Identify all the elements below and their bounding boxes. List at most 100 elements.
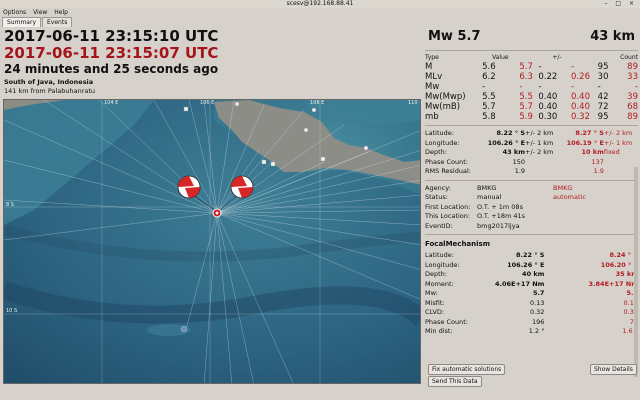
mag-error: -: [538, 82, 542, 92]
show-details-button[interactable]: Show Details: [590, 364, 637, 375]
mag-type: Mw(Mwp): [425, 92, 466, 102]
value: +/- 2 km: [525, 129, 554, 137]
table-row: Latitude: 8.22 ° S +/- 2 km 8.27 ° S +/-…: [425, 129, 638, 139]
value: 196: [532, 317, 545, 326]
label: Phase Count:: [425, 317, 468, 326]
value-alt: 3.84E+17 Nm: [588, 279, 638, 288]
grid-label-8s: 8 S: [6, 202, 14, 208]
mag-error-alt: 0.40: [571, 102, 590, 112]
col-count: Count: [620, 54, 638, 61]
mag-value: 5.7: [482, 102, 496, 112]
mag-count-alt: 68: [627, 102, 638, 112]
distance-text: 141 km from Palabuhanratu: [4, 87, 96, 95]
mag-type: Mw(mB): [425, 102, 461, 112]
divider: [425, 179, 638, 181]
value: 106.26 ° E: [507, 260, 545, 269]
value: 40 km: [522, 270, 545, 278]
col-type: Type: [425, 54, 439, 61]
label: Agency:: [425, 183, 451, 192]
table-row: Status: manual automatic: [425, 193, 638, 203]
value: 106.26 ° E: [487, 138, 526, 147]
value-alt: +/- 1 km: [603, 138, 633, 147]
table-row: mb 5.8 5.9 0.30 0.32 95 89: [425, 112, 638, 122]
mag-count: 95: [597, 62, 609, 72]
mag-value-alt: 5.7: [519, 62, 533, 72]
value: +/- 1 km: [525, 138, 554, 147]
table-row: Latitude: 8.22 ° S 8.24 ° S: [425, 251, 638, 261]
value: 8.22 ° S: [496, 129, 526, 137]
tab-events[interactable]: Events: [42, 17, 73, 27]
send-this-data-button[interactable]: Send This Data: [428, 376, 482, 387]
region-name: South of Java, Indonesia: [4, 78, 94, 86]
table-row: Mw(mB) 5.7 5.7 0.40 0.40 72 68: [425, 102, 638, 112]
table-row: Mw - - - - - -: [425, 82, 638, 92]
mag-error: -: [538, 62, 542, 72]
mag-type: mb: [425, 112, 439, 122]
mag-count: 95: [597, 112, 609, 122]
label: Min dist:: [425, 327, 453, 335]
table-row: First Location: O.T. + 1m 08s: [425, 203, 638, 213]
value: +/- 2 km: [525, 148, 554, 156]
table-row: Mw: 5.7 5.7: [425, 289, 638, 299]
window-controls[interactable]: – □ ×: [604, 0, 637, 8]
value: 43 km: [502, 148, 526, 156]
mag-type: MLv: [425, 72, 443, 82]
table-row: Depth: 43 km +/- 2 km 10 km fixed: [425, 148, 638, 158]
value-alt: 10 km: [581, 148, 604, 156]
value-alt: 8.27 ° S: [575, 129, 604, 137]
mag-error: 0.40: [538, 92, 558, 102]
label: Latitude:: [425, 251, 454, 259]
value: 0.13: [529, 298, 545, 307]
panel-scrollbar[interactable]: [634, 167, 638, 377]
label: Phase Count:: [425, 157, 468, 166]
mag-value-alt: 5.7: [519, 102, 533, 112]
label: Longitude:: [425, 260, 460, 269]
mag-value-alt: 5.5: [519, 92, 533, 102]
mag-error-alt: -: [571, 82, 575, 92]
table-row: EventID: bmg2017ljya: [425, 222, 638, 232]
mag-error-alt: 0.40: [571, 92, 590, 102]
depth-value: 43 km: [590, 29, 635, 44]
mag-error: 0.30: [538, 112, 558, 122]
mag-value: 6.2: [482, 72, 496, 82]
value-alt: 1.6 °: [622, 327, 638, 335]
table-row: RMS Residual: 1.9 1.9: [425, 167, 638, 177]
col-value: Value: [492, 54, 509, 61]
table-row: This Location: O.T. +18m 41s: [425, 212, 638, 222]
table-row: Phase Count: 150 137: [425, 158, 638, 168]
grid-label-10s: 10 S: [6, 308, 17, 314]
fix-automatic-solutions-button[interactable]: Fix automatic solutions: [428, 364, 506, 375]
value: 1.9: [514, 167, 526, 175]
mag-type: Mw: [425, 82, 440, 92]
origin-time: 2017-06-11 23:15:10 UTC: [4, 27, 219, 45]
event-map[interactable]: 104 E 106 E 108 E 110 8 S 10 S: [3, 99, 421, 384]
event-header: 2017-06-11 23:15:10 UTC 2017-06-11 23:15…: [4, 28, 419, 95]
map-canvas[interactable]: 104 E 106 E 108 E 110 8 S 10 S: [4, 100, 421, 384]
focal-mechanism-title: FocalMechanism: [425, 240, 490, 248]
menu-help[interactable]: Help: [54, 9, 68, 16]
table-row: Mw(Mwp) 5.5 5.5 0.40 0.40 42 39: [425, 92, 638, 102]
value: manual: [477, 193, 502, 201]
mag-count: 30: [597, 72, 609, 82]
tab-summary[interactable]: Summary: [2, 17, 41, 27]
value-alt: 1.9: [593, 167, 604, 175]
label: EventID:: [425, 221, 453, 230]
grid-label-108e: 108 E: [310, 100, 324, 106]
label: Depth:: [425, 148, 447, 156]
mag-value: 5.5: [482, 92, 496, 102]
table-row: CLVD: 0.32 0.33: [425, 308, 638, 318]
menu-view[interactable]: View: [33, 9, 47, 16]
divider: [425, 234, 638, 235]
value-alt: 0.33: [623, 308, 638, 316]
elapsed-time: 24 minutes and 25 seconds ago: [4, 62, 219, 76]
table-row: Misfit: 0.13 0.13: [425, 299, 638, 309]
label: Moment:: [425, 279, 454, 288]
menu-options[interactable]: Options: [3, 9, 26, 16]
label: Mw:: [425, 289, 438, 297]
grid-label-106e: 106 E: [200, 100, 214, 106]
label: First Location:: [425, 202, 471, 211]
value-alt: fixed: [603, 148, 620, 156]
value-alt: 0.13: [623, 298, 638, 307]
value-alt: 137: [591, 157, 604, 166]
label: Longitude:: [425, 138, 460, 147]
